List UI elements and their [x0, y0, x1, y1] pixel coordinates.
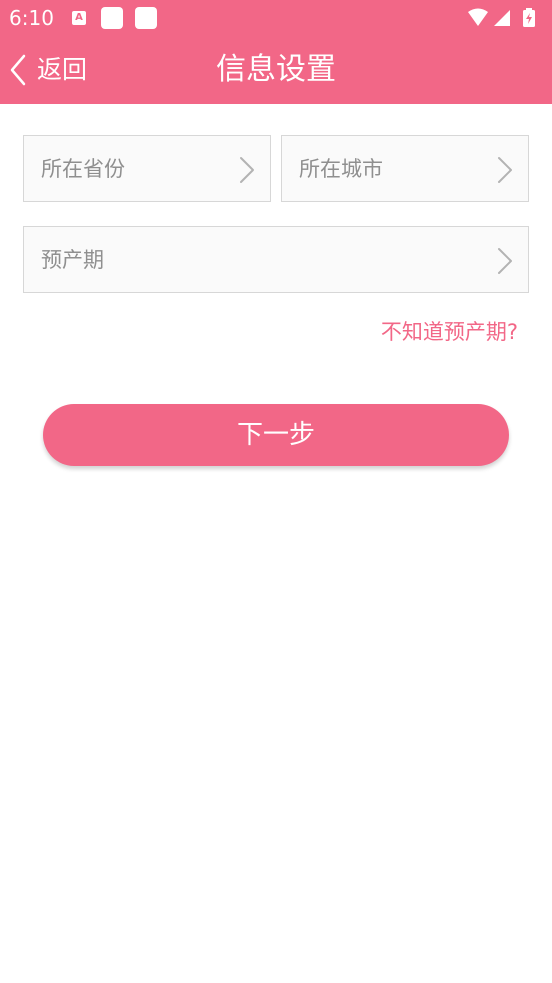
app-icon: [135, 7, 157, 29]
navigation-bar: 返回 信息设置: [0, 36, 552, 104]
battery-charging-icon: [523, 8, 535, 27]
province-selector[interactable]: 所在省份: [23, 135, 271, 202]
app-header: 6:10 A 返回 信息设置: [0, 0, 552, 104]
page-title: 信息设置: [216, 52, 336, 87]
due-date-selector[interactable]: 预产期: [23, 226, 529, 293]
cellular-signal-icon: [494, 10, 510, 26]
chevron-right-icon: [498, 248, 512, 274]
next-step-button[interactable]: 下一步: [43, 404, 509, 466]
province-placeholder: 所在省份: [41, 157, 125, 181]
app-icon: [101, 7, 123, 29]
chevron-right-icon: [240, 157, 254, 183]
status-time: 6:10: [9, 6, 54, 30]
status-bar: 6:10 A: [0, 0, 552, 36]
unknown-due-date-link[interactable]: 不知道预产期?: [381, 317, 518, 347]
city-placeholder: 所在城市: [299, 157, 383, 181]
city-selector[interactable]: 所在城市: [281, 135, 529, 202]
wifi-icon: [468, 8, 488, 26]
status-indicators: [466, 7, 542, 29]
due-date-placeholder: 预产期: [41, 248, 104, 272]
a-notification-icon: A: [72, 11, 86, 25]
chevron-right-icon: [498, 157, 512, 183]
